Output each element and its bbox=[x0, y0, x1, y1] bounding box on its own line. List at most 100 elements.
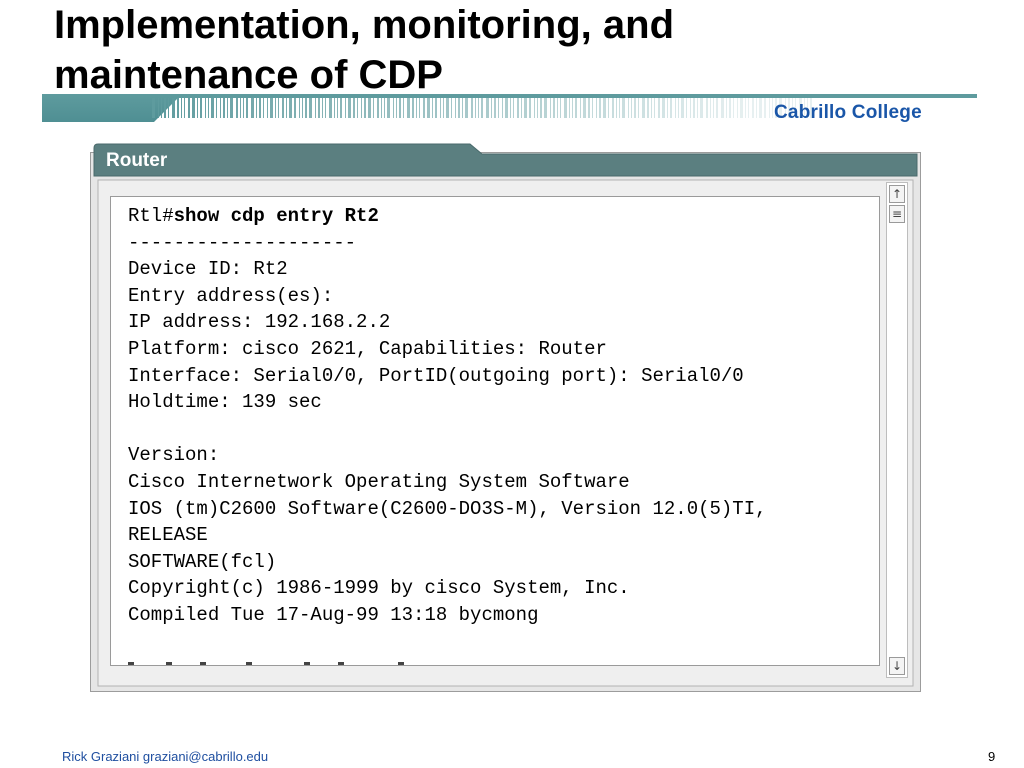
console-output-line: Device ID: Rt2 bbox=[128, 258, 288, 281]
barcode-stripe bbox=[158, 98, 159, 118]
barcode-stripe bbox=[486, 98, 489, 118]
barcode-stripe bbox=[188, 98, 190, 118]
barcode-stripe bbox=[412, 98, 414, 118]
barcode-stripe bbox=[278, 98, 279, 118]
barcode-stripe bbox=[612, 98, 614, 118]
barcode-stripe bbox=[534, 98, 535, 118]
barcode-stripe bbox=[416, 98, 417, 118]
barcode-stripe bbox=[540, 98, 542, 118]
barcode-stripe bbox=[384, 98, 385, 118]
scroll-down-arrow-icon[interactable]: ↓ bbox=[889, 657, 905, 675]
barcode-stripe bbox=[550, 98, 551, 118]
truncated-text-fragment bbox=[128, 662, 404, 665]
barcode-stripe bbox=[756, 98, 757, 118]
console-output-line: RELEASE bbox=[128, 524, 208, 547]
barcode-stripe bbox=[631, 98, 632, 118]
barcode-stripe bbox=[337, 98, 338, 118]
barcode-stripe bbox=[748, 98, 749, 118]
barcode-stripe bbox=[521, 98, 522, 118]
barcode-stripe bbox=[227, 98, 228, 118]
console-output-line: Version: bbox=[128, 444, 220, 467]
barcode-stripe bbox=[168, 98, 169, 118]
barcode-stripe bbox=[364, 98, 366, 118]
barcode-stripe bbox=[387, 98, 390, 118]
barcode-stripe bbox=[700, 98, 703, 118]
barcode-stripe bbox=[524, 98, 527, 118]
console-output-line: SOFTWARE(fcl) bbox=[128, 550, 277, 573]
barcode-stripe bbox=[647, 98, 649, 118]
barcode-stripe bbox=[246, 98, 248, 118]
barcode-stripe bbox=[494, 98, 496, 118]
barcode-stripe bbox=[638, 98, 639, 118]
barcode-stripe bbox=[721, 98, 724, 118]
barcode-stripe bbox=[686, 98, 687, 118]
barcode-stripe bbox=[603, 98, 606, 118]
barcode-stripe bbox=[161, 98, 162, 118]
console-output-line: Holdtime: 139 sec bbox=[128, 391, 322, 414]
barcode-stripe bbox=[396, 98, 397, 118]
barcode-stripe bbox=[729, 98, 731, 118]
barcode-stripe bbox=[583, 98, 586, 118]
barcode-stripe bbox=[491, 98, 492, 118]
scroll-up-arrow-icon[interactable]: ↑ bbox=[889, 185, 905, 203]
barcode-stripe bbox=[172, 98, 175, 118]
console-text: Rtl#show cdp entry Rt2 ------------------… bbox=[128, 203, 767, 629]
barcode-stripe bbox=[592, 98, 593, 118]
barcode-stripe bbox=[716, 98, 718, 118]
barcode-stripe bbox=[368, 98, 371, 118]
barcode-stripe bbox=[560, 98, 561, 118]
vertical-scrollbar[interactable]: ↑ ≡ ↓ bbox=[886, 182, 908, 678]
barcode-stripe bbox=[681, 98, 684, 118]
barcode-stripe bbox=[471, 98, 473, 118]
barcode-stripe bbox=[329, 98, 332, 118]
barcode-stripe bbox=[759, 98, 762, 118]
barcode-stripe bbox=[334, 98, 335, 118]
barcode-stripe bbox=[220, 98, 221, 118]
barcode-stripe bbox=[407, 98, 410, 118]
barcode-stripe bbox=[275, 98, 276, 118]
barcode-stripe bbox=[713, 98, 714, 118]
barcode-stripe bbox=[348, 98, 351, 118]
barcode-stripe bbox=[622, 98, 625, 118]
barcode-stripe bbox=[458, 98, 460, 118]
barcode-stripe bbox=[181, 98, 182, 118]
barcode-stripe bbox=[192, 98, 195, 118]
barcode-stripe bbox=[435, 98, 437, 118]
barcode-stripe bbox=[745, 98, 746, 118]
barcode-stripe bbox=[205, 98, 206, 118]
barcode-stripe bbox=[197, 98, 198, 118]
scroll-thumb-grip-icon[interactable]: ≡ bbox=[889, 205, 905, 223]
barcode-stripe bbox=[357, 98, 358, 118]
slide-title-line-1: Implementation, monitoring, and bbox=[54, 3, 674, 47]
barcode-stripe bbox=[403, 98, 404, 118]
barcode-stripe bbox=[289, 98, 292, 118]
console-output-line: Platform: cisco 2621, Capabilities: Rout… bbox=[128, 337, 607, 360]
barcode-stripe bbox=[572, 98, 573, 118]
barcode-stripe bbox=[569, 98, 570, 118]
barcode-stripe bbox=[772, 98, 773, 118]
footer-author: Rick Graziani graziani@cabrillo.edu bbox=[62, 749, 269, 764]
console-output-lines: -------------------- Device ID: Rt2 Entry … bbox=[128, 230, 767, 629]
console-output-line: Copyright(c) 1986-1999 by cisco System, … bbox=[128, 577, 630, 600]
command-line: Rtl#show cdp entry Rt2 bbox=[128, 203, 767, 230]
barcode-stripe bbox=[282, 98, 284, 118]
barcode-stripe bbox=[361, 98, 362, 118]
console-output-line: -------------------- bbox=[128, 231, 357, 254]
barcode-decoration bbox=[152, 98, 812, 118]
barcode-stripe bbox=[200, 98, 202, 118]
barcode-stripe bbox=[208, 98, 209, 118]
brand-logo-text: Cabrillo College bbox=[774, 102, 922, 123]
console-output-line: Entry address(es): bbox=[128, 284, 334, 307]
barcode-stripe bbox=[164, 98, 166, 118]
barcode-stripe bbox=[706, 98, 708, 118]
barcode-stripe bbox=[510, 98, 511, 118]
barcode-stripe bbox=[505, 98, 508, 118]
barcode-stripe bbox=[616, 98, 617, 118]
barcode-stripe bbox=[564, 98, 567, 118]
console-output-line: Interface: Serial0/0, PortID(outgoing po… bbox=[128, 364, 744, 387]
barcode-stripe bbox=[544, 98, 547, 118]
barcode-stripe bbox=[286, 98, 287, 118]
console-output[interactable]: Rtl#show cdp entry Rt2 ------------------… bbox=[110, 196, 880, 666]
router-window-title: Router bbox=[106, 150, 168, 171]
barcode-stripe bbox=[455, 98, 456, 118]
